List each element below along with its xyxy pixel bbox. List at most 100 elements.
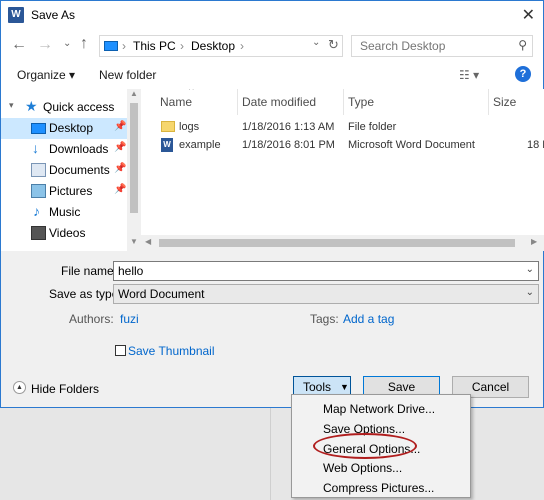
word-doc-icon: W [161,138,173,152]
pictures-icon [31,184,46,198]
save-options-panel: File name: hello ⌄ Save as type: Word Do… [1,251,543,407]
navigation-pane: ▾ ★ Quick access Desktop 📌 ↓ Downloads 📌… [1,89,141,251]
file-list-scrollbar[interactable]: ◀ ▶ [141,235,544,251]
file-name-label: File name: [61,264,118,278]
column-header-name[interactable]: Name [160,95,192,109]
forward-arrow-icon[interactable]: → [37,36,53,54]
chevron-down-icon[interactable]: ⌄ [526,264,534,275]
file-date: 1/18/2016 1:13 AM [242,121,335,133]
menu-item-map-network-drive[interactable]: Map Network Drive... [323,402,435,416]
sidebar-item-desktop[interactable]: Desktop 📌 [1,118,127,139]
breadcrumb-desktop[interactable]: Desktop [191,39,235,53]
search-icon[interactable]: ⚲ [518,38,527,52]
column-header-type[interactable]: Type [348,95,374,109]
sidebar-item-music[interactable]: ♪ Music [1,202,127,223]
hide-folders-button[interactable]: Hide Folders [31,382,99,396]
breadcrumb-separator: › [180,39,184,53]
organize-button[interactable]: Organize ▾ [17,68,75,82]
recent-chevron-icon[interactable]: ⌄ [63,38,71,49]
column-divider[interactable] [237,89,238,115]
file-type: Microsoft Word Document [348,139,475,151]
table-row[interactable]: W example 1/18/2016 8:01 PM Microsoft Wo… [141,136,544,154]
scroll-up-icon[interactable]: ▲ [130,89,138,98]
sidebar-item-label: Videos [49,226,86,240]
save-thumbnail-label[interactable]: Save Thumbnail [128,344,215,358]
column-header-date[interactable]: Date modified [242,95,316,109]
file-date: 1/18/2016 8:01 PM [242,139,335,151]
sidebar-item-pictures[interactable]: Pictures 📌 [1,181,127,202]
breadcrumb-separator: › [122,39,126,53]
star-icon: ★ [25,98,38,114]
chevron-down-icon[interactable]: ⌄ [526,287,534,298]
refresh-icon[interactable]: ↻ [328,37,339,53]
title-bar: W Save As ✕ [1,1,543,29]
close-icon[interactable]: ✕ [522,5,535,25]
file-name-field[interactable]: hello ⌄ [113,261,539,281]
address-dropdown-icon[interactable]: ⌄ [312,37,320,48]
search-box[interactable]: ⚲ [351,35,533,57]
pin-icon: 📌 [114,184,127,195]
column-divider[interactable] [343,89,344,115]
chevron-up-icon[interactable]: ▲ [13,381,26,394]
pc-icon [104,41,118,51]
save-thumbnail-checkbox[interactable] [115,345,126,356]
save-type-label: Save as type: [49,287,122,301]
file-size: 18 K [527,139,544,151]
tags-label: Tags: [310,312,339,326]
view-options-icon[interactable]: ☷ ▾ [459,68,479,82]
help-icon[interactable]: ? [515,66,531,82]
file-name: logs [179,121,200,133]
documents-icon [31,163,46,177]
sidebar-item-videos[interactable]: Videos [1,223,127,244]
scrollbar-thumb[interactable] [130,103,138,213]
download-icon: ↓ [32,140,39,156]
file-name-value[interactable]: hello [118,264,143,278]
pin-icon: 📌 [114,142,127,153]
table-row[interactable]: logs 1/18/2016 1:13 AM File folder [141,118,544,136]
scroll-down-icon[interactable]: ▼ [130,237,138,246]
music-icon: ♪ [33,203,40,219]
menu-item-web-options[interactable]: Web Options... [323,461,402,475]
sidebar-item-label: Downloads [49,142,109,156]
file-list: ^ Name Date modified Type Size logs 1/18… [141,89,544,251]
menu-item-compress-pictures[interactable]: Compress Pictures... [323,481,434,495]
column-divider[interactable] [488,89,489,115]
authors-value[interactable]: fuzi [120,312,139,326]
tools-label: Tools [303,380,332,394]
sidebar-scrollbar[interactable]: ▲ ▼ [127,89,141,251]
window-title: Save As [31,8,76,22]
back-arrow-icon[interactable]: ← [11,36,27,54]
column-header-size[interactable]: Size [493,95,516,109]
pin-icon: 📌 [114,163,127,174]
tags-value[interactable]: Add a tag [343,312,394,326]
new-folder-button[interactable]: New folder [99,68,156,82]
scrollbar-thumb[interactable] [159,239,515,247]
pin-icon: 📌 [114,121,127,132]
sidebar-item-downloads[interactable]: ↓ Downloads 📌 [1,139,127,160]
save-type-value: Word Document [118,287,205,301]
save-type-select[interactable]: Word Document ⌄ [113,284,539,304]
save-as-dialog: W Save As ✕ ← → ⌄ ↑ › This PC › Desktop … [0,0,544,408]
address-bar[interactable]: › This PC › Desktop › ⌄ ↻ [99,35,343,57]
sidebar-item-documents[interactable]: Documents 📌 [1,160,127,181]
search-input[interactable] [360,39,510,53]
authors-label: Authors: [69,312,114,326]
expand-chevron-icon[interactable]: ▾ [9,100,14,111]
sidebar-item-label: Music [49,205,81,219]
file-type: File folder [348,121,397,133]
breadcrumb-separator: › [240,39,244,53]
sidebar-item-quick-access[interactable]: ▾ ★ Quick access [1,97,127,118]
breadcrumb-this-pc[interactable]: This PC [133,39,176,53]
folder-icon [161,121,175,132]
scroll-left-icon[interactable]: ◀ [145,237,151,246]
scroll-right-icon[interactable]: ▶ [531,237,537,246]
word-icon: W [8,7,24,23]
videos-icon [31,226,46,240]
sidebar-item-label: Documents [49,163,110,177]
desktop-icon [31,123,46,134]
highlight-ellipse [313,433,417,459]
up-arrow-icon[interactable]: ↑ [80,35,88,53]
sidebar-item-label: Desktop [49,121,94,135]
file-name: example [179,139,221,151]
sidebar-item-label: Pictures [49,184,93,198]
